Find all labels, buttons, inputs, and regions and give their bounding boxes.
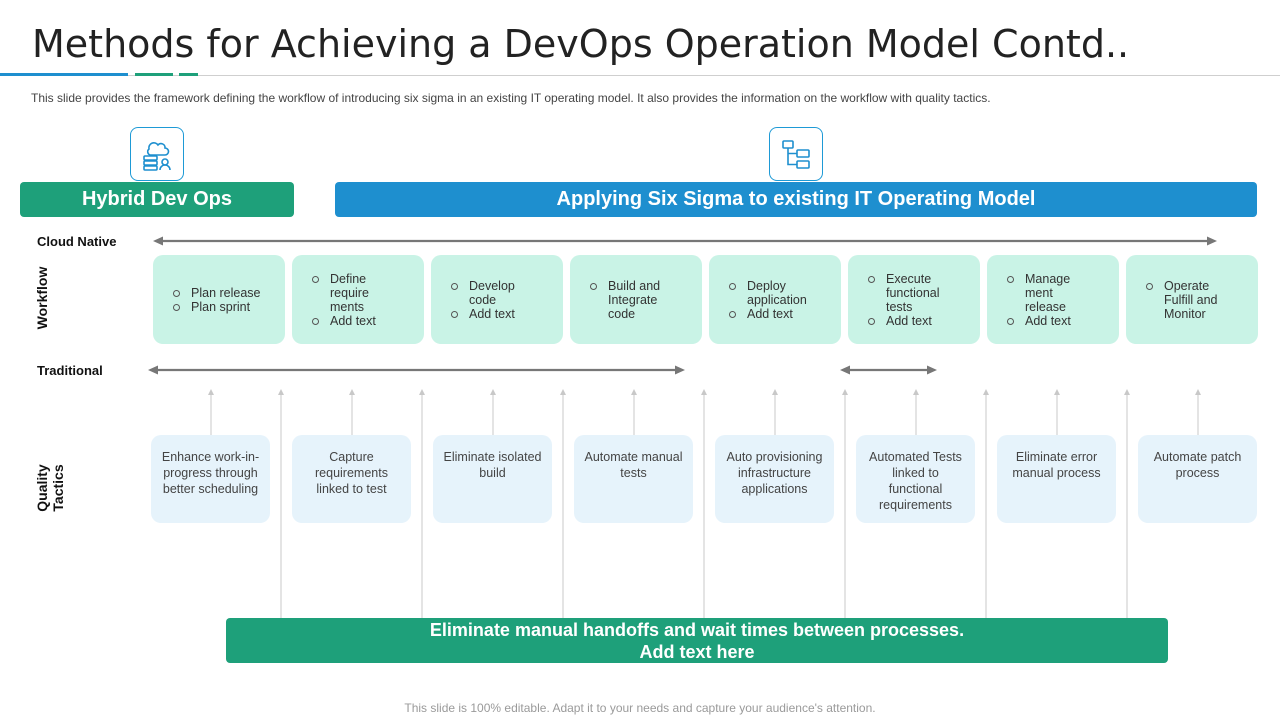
workflow-item: Operate Fulfill and Monitor (1146, 279, 1240, 321)
long-arrow-6 (983, 389, 989, 618)
up-arrow-6 (913, 389, 919, 435)
quality-tactic-text: Auto provisioning infrastructure applica… (726, 450, 823, 496)
workflow-box: Develop code Add text (431, 255, 563, 344)
quality-tactic-box: Eliminate error manual process (997, 435, 1116, 523)
workflow-item: Plan release (173, 285, 261, 300)
workflow-item: Manage ment release (1007, 272, 1085, 314)
up-arrow-1 (208, 389, 214, 435)
workflow-item: Deploy application (729, 279, 823, 307)
up-arrow-7 (1054, 389, 1060, 435)
long-arrow-7 (1124, 389, 1130, 618)
quality-tactic-text: Automated Tests linked to functional req… (869, 450, 962, 512)
workflow-item: Add text (868, 314, 956, 328)
up-arrow-8 (1195, 389, 1201, 435)
footer-note: This slide is 100% editable. Adapt it to… (404, 701, 876, 715)
up-arrow-4 (631, 389, 637, 435)
bottom-banner-line1: Eliminate manual handoffs and wait times… (429, 619, 965, 640)
up-arrow-3 (490, 389, 496, 435)
up-arrow-5 (772, 389, 778, 435)
bottom-banner-line2: Add text here (639, 641, 755, 662)
quality-tactic-box: Automate patch process (1138, 435, 1257, 523)
quality-tactic-text: Eliminate isolated build (443, 450, 542, 480)
workflow-box: Execute functional tests Add text (848, 255, 980, 344)
quality-tactic-text: Automate patch process (1153, 450, 1242, 480)
workflow-box: Deploy application Add text (709, 255, 841, 344)
workflow-box: Operate Fulfill and Monitor (1126, 255, 1258, 344)
workflow-item: Add text (451, 307, 529, 321)
arrows-layer (148, 236, 1217, 618)
quality-tactic-box: Automate manual tests (574, 435, 693, 523)
quality-tactic-text: Enhance work-in-progress through better … (161, 450, 260, 496)
workflow-item: Add text (1007, 314, 1085, 328)
workflow-box: Manage ment release Add text (987, 255, 1119, 344)
long-arrow-1 (278, 389, 284, 618)
workflow-item: Define require ments (312, 272, 390, 314)
workflow-item: Build and Integrate code (590, 279, 680, 321)
long-arrow-5 (842, 389, 848, 618)
quality-tactic-box: Automated Tests linked to functional req… (856, 435, 975, 523)
quality-tactic-box: Eliminate isolated build (433, 435, 552, 523)
workflow-item: Develop code (451, 279, 529, 307)
up-arrow-2 (349, 389, 355, 435)
long-arrow-2 (419, 389, 425, 618)
quality-tactic-text: Capture requirements linked to test (315, 450, 388, 496)
traditional-arrow (148, 365, 685, 375)
workflow-item: Plan sprint (173, 300, 261, 314)
bottom-banner: Eliminate manual handoffs and wait times… (226, 618, 1168, 663)
long-arrow-4 (701, 389, 707, 618)
traditional-short-arrow (840, 365, 937, 375)
long-arrow-3 (560, 389, 566, 618)
workflow-box: Build and Integrate code (570, 255, 702, 344)
workflow-item: Add text (729, 307, 823, 321)
quality-tactic-text: Eliminate error manual process (1012, 450, 1101, 480)
workflow-item: Add text (312, 314, 390, 328)
cloud-native-arrow (153, 236, 1217, 246)
workflow-box: Plan release Plan sprint (153, 255, 285, 344)
workflow-box: Define require ments Add text (292, 255, 424, 344)
quality-tactic-box: Capture requirements linked to test (292, 435, 411, 523)
quality-tactic-box: Auto provisioning infrastructure applica… (715, 435, 834, 523)
quality-tactic-text: Automate manual tests (584, 450, 683, 480)
quality-tactic-box: Enhance work-in-progress through better … (151, 435, 270, 523)
workflow-item: Execute functional tests (868, 272, 956, 314)
